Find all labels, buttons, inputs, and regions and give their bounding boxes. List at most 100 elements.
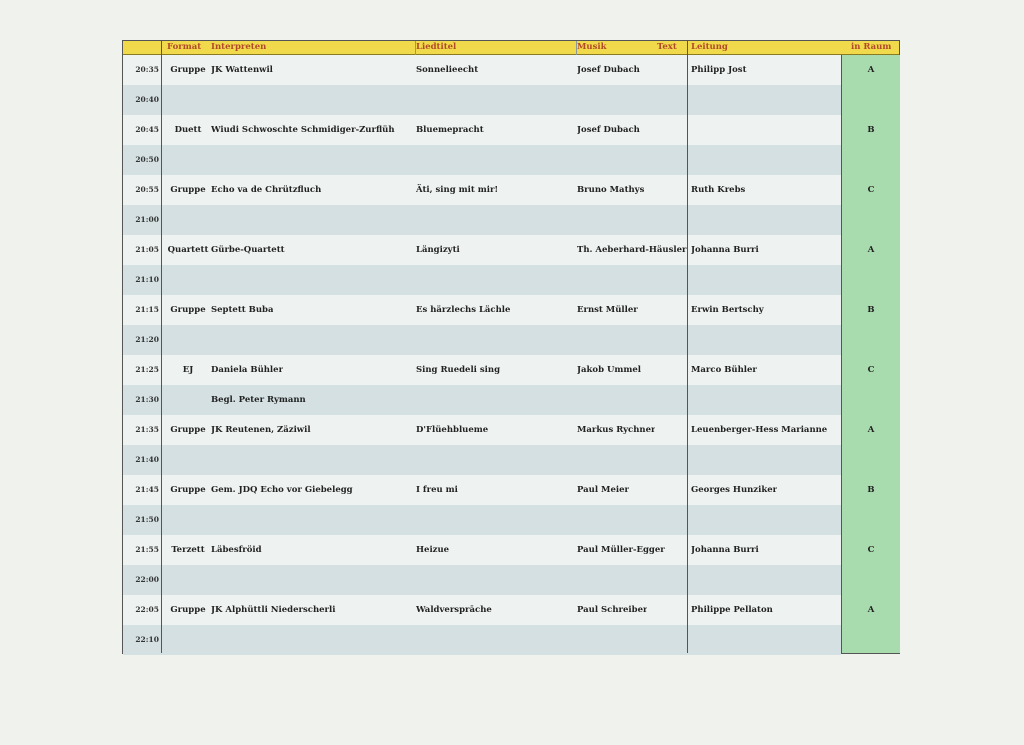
leitung-cell: Johanna Burri [691, 245, 759, 255]
room-cell [842, 325, 900, 355]
musik-cell: Ernst Müller [577, 305, 638, 315]
format-cell: Quartett [167, 245, 209, 255]
leitung-cell: Philippe Pellaton [691, 605, 773, 615]
table-row: 21:50 [123, 505, 841, 535]
table-row: 22:10 [123, 625, 841, 655]
musik-cell: Josef Dubach [577, 65, 640, 75]
room-cell: A [867, 605, 875, 615]
table-row: 21:25 EJ Daniela Bühler Sing Ruedeli sing Ja… [123, 355, 841, 385]
interpreten-cell: JK Reutenen, Zäziwil [211, 425, 311, 435]
time-cell: 21:55 [135, 545, 159, 554]
format-cell [167, 565, 209, 595]
room-cell: A [867, 245, 875, 255]
liedtitel-cell: D'Flüehblueme [416, 425, 489, 435]
format-cell: Gruppe [170, 185, 206, 195]
leitung-cell: Ruth Krebs [691, 185, 746, 195]
format-cell: Gruppe [170, 305, 206, 315]
room-cell: C [867, 365, 875, 375]
musik-cell: Paul Schreiber [577, 605, 648, 615]
table-row: 22:00 [123, 565, 841, 595]
time-cell: 21:50 [135, 515, 159, 524]
header-divider [576, 41, 577, 55]
time-cell: 21:40 [135, 455, 159, 464]
liedtitel-cell: Es härzlechs Lächle [416, 305, 511, 315]
room-column: A B C A B C A B C A [841, 55, 900, 653]
liedtitel-cell: Sonnelieecht [416, 65, 479, 75]
format-cell [167, 265, 209, 295]
time-cell: 22:05 [135, 605, 159, 614]
room-cell [842, 85, 900, 115]
room-cell [842, 445, 900, 475]
table-row: 20:40 [123, 85, 841, 115]
format-cell [167, 85, 209, 115]
format-cell [167, 385, 209, 415]
header-text: Text [657, 42, 677, 52]
liedtitel-cell: Bluemepracht [416, 125, 484, 135]
liedtitel-cell: I freu mi [416, 485, 458, 495]
time-cell: 20:40 [135, 95, 159, 104]
musik-cell: Josef Dubach [577, 125, 640, 135]
table-row: 21:10 [123, 265, 841, 295]
column-divider [687, 41, 688, 653]
leitung-cell: Georges Hunziker [691, 485, 778, 495]
format-cell: EJ [182, 365, 194, 375]
leitung-cell: Marco Bühler [691, 365, 757, 375]
format-cell: Duett [174, 125, 202, 135]
room-cell [842, 565, 900, 595]
format-cell: Gruppe [170, 425, 206, 435]
room-cell [842, 505, 900, 535]
room-cell [842, 625, 900, 655]
liedtitel-cell: Längizyti [416, 245, 460, 255]
time-cell: 22:10 [135, 635, 159, 644]
time-cell: 22:00 [135, 575, 159, 584]
format-cell [167, 325, 209, 355]
time-cell: 20:35 [135, 65, 159, 74]
time-cell: 20:55 [135, 185, 159, 194]
time-cell: 21:00 [135, 215, 159, 224]
header-divider [415, 41, 416, 55]
time-cell: 21:35 [135, 425, 159, 434]
header-leitung: Leitung [691, 42, 728, 52]
interpreten-cell: Wiudi Schwoschte Schmidiger-Zurflüh [211, 125, 395, 135]
leitung-cell: Leuenberger-Hess Marianne [691, 425, 828, 435]
time-cell: 20:50 [135, 155, 159, 164]
table-row: 20:55 Gruppe Echo va de Chrützfluch Äti, si… [123, 175, 841, 205]
table-row: 21:40 [123, 445, 841, 475]
room-cell: A [867, 65, 875, 75]
interpreten-cell: Septett Buba [211, 305, 274, 315]
room-cell: C [867, 185, 875, 195]
musik-cell: Paul Müller-Egger [577, 545, 665, 555]
liedtitel-cell: Äti, sing mit mir! [416, 185, 499, 195]
room-cell: A [867, 425, 875, 435]
time-cell: 21:15 [135, 305, 159, 314]
time-cell: 21:10 [135, 275, 159, 284]
room-cell [842, 205, 900, 235]
table-row: 21:20 [123, 325, 841, 355]
musik-cell: Th. Aeberhard-Häusler [577, 245, 687, 255]
column-divider [161, 41, 162, 653]
format-cell [167, 625, 209, 655]
musik-cell: Markus Rychner [577, 425, 656, 435]
time-cell: 21:45 [135, 485, 159, 494]
interpreten-cell: JK Alphüttli Niederscherli [211, 605, 336, 615]
table-row: 21:45 Gruppe Gem. JDQ Echo vor Giebelegg I … [123, 475, 841, 505]
room-cell [842, 145, 900, 175]
format-cell: Gruppe [170, 485, 206, 495]
format-cell: Gruppe [170, 65, 206, 75]
musik-cell: Paul Meier [577, 485, 629, 495]
interpreten-cell: Begl. Peter Rymann [211, 395, 306, 405]
header-liedtitel: Liedtitel [416, 42, 457, 52]
table-row: 22:05 Gruppe JK Alphüttli Niederscherli Wal… [123, 595, 841, 625]
interpreten-cell: Läbesfröid [211, 545, 262, 555]
interpreten-cell: JK Wattenwil [211, 65, 273, 75]
liedtitel-cell: Waldversprāche [416, 605, 492, 615]
header-musik: Musik [577, 42, 607, 52]
interpreten-cell: Echo va de Chrützfluch [211, 185, 322, 195]
format-cell: Gruppe [170, 605, 206, 615]
table-row: 21:35 Gruppe JK Reutenen, Zäziwil D'Flüehbl… [123, 415, 841, 445]
table-row: 21:00 [123, 205, 841, 235]
format-cell [167, 445, 209, 475]
time-cell: 21:20 [135, 335, 159, 344]
interpreten-cell: Gem. JDQ Echo vor Giebelegg [211, 485, 353, 495]
musik-cell: Jakob Ummel [577, 365, 642, 375]
